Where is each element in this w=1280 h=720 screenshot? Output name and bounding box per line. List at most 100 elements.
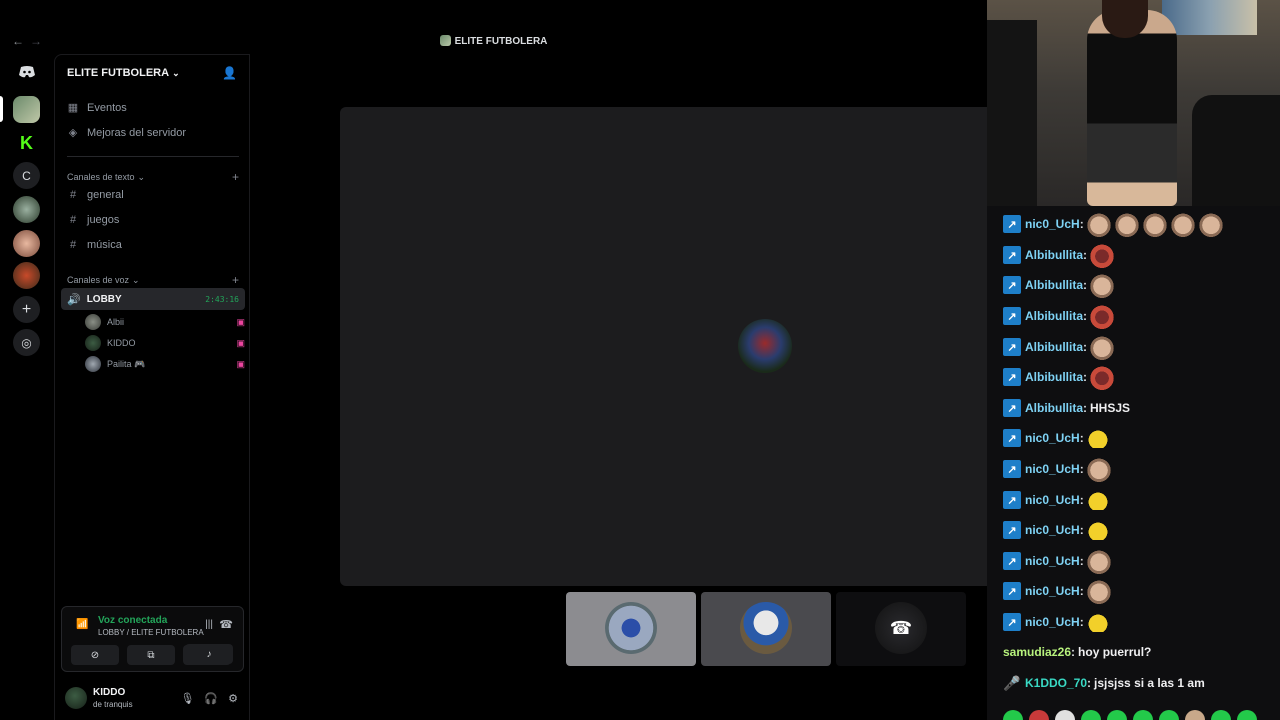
cat-emote-icon: [1085, 211, 1112, 237]
badge-icon: ↗: [1003, 552, 1021, 570]
chat-colon: :: [1083, 278, 1087, 292]
chat-username[interactable]: Albibullita: [1025, 340, 1083, 354]
disconnect-icon[interactable]: ☎: [219, 618, 233, 631]
signal-icon[interactable]: 📶: [76, 619, 88, 630]
add-server-icon[interactable]: +: [13, 296, 40, 323]
voice-stage: ☎: [250, 54, 987, 720]
chat-username[interactable]: Albibullita: [1025, 401, 1083, 415]
voice-user[interactable]: Pailita 🎮 ▣: [85, 355, 245, 373]
badge-icon: ↗: [1003, 582, 1021, 600]
cat-emote-icon: [1085, 548, 1112, 574]
chat-colon: :: [1079, 493, 1084, 507]
chat-username[interactable]: K1DDO_70: [1025, 676, 1087, 690]
chat-username[interactable]: nic0_UcH: [1025, 431, 1080, 445]
server-k-icon[interactable]: K: [13, 130, 40, 157]
participant-tile[interactable]: ☎: [836, 592, 966, 666]
chat-username[interactable]: nic0_UcH: [1025, 615, 1080, 629]
discord-icon[interactable]: [13, 58, 40, 85]
add-channel-icon[interactable]: +: [232, 273, 239, 287]
explore-icon[interactable]: ◎: [13, 329, 40, 356]
chat-message: ↗ nic0_UcH:: [1003, 426, 1110, 450]
username: KIDDO: [93, 687, 126, 698]
chat-username[interactable]: nic0_UcH: [1025, 523, 1080, 537]
microphone-icon[interactable]: 🎙: [180, 692, 194, 705]
cat-emote-icon: [1085, 456, 1112, 482]
avatar: [605, 602, 657, 654]
headphones-icon[interactable]: 🎧: [204, 692, 218, 705]
calendar-icon: ▦: [67, 102, 79, 114]
chat-username[interactable]: nic0_UcH: [1025, 554, 1080, 568]
server-elite-futbolera-icon[interactable]: [13, 96, 40, 123]
cat-emote-icon: [1169, 211, 1196, 237]
user-panel: KIDDO de tranquis 🎙 🎧 ⚙: [61, 680, 244, 716]
server-avatar-2-icon[interactable]: [13, 230, 40, 257]
chat-colon: :: [1079, 217, 1084, 231]
avatar: [85, 314, 101, 330]
pop-emote-icon: [1085, 520, 1110, 540]
screen-share-button[interactable]: ⧉: [127, 645, 175, 665]
chat-message: ↗ Albibullita:: [1003, 334, 1115, 360]
chat-username[interactable]: nic0_UcH: [1025, 462, 1080, 476]
chat-text: jsjsjss si a las 1 am: [1094, 676, 1205, 690]
server-name: ELITE FUTBOLERA: [67, 67, 170, 79]
chat-colon: :: [1079, 523, 1084, 537]
voice-user[interactable]: KIDDO ▣: [85, 334, 245, 352]
emote-row: [1003, 710, 1257, 720]
participant-tile[interactable]: [566, 592, 696, 666]
voice-channel-lobby[interactable]: 🔊 LOBBY 2:43:16: [61, 288, 245, 310]
chat-username[interactable]: nic0_UcH: [1025, 584, 1080, 598]
chat-message: ↗ Albibullita: HHSJS: [1003, 396, 1130, 420]
phone-icon: ☎: [889, 617, 913, 638]
channel-musica[interactable]: # música: [67, 239, 122, 251]
soundboard-button[interactable]: ♪: [185, 644, 233, 664]
channel-juegos[interactable]: # juegos: [67, 214, 119, 226]
chat-username[interactable]: Albibullita: [1025, 278, 1083, 292]
stream-chat-overlay: ↗ nic0_UcH: ↗ Albibullita: ↗ Albibullita: ↗ Alb…: [987, 206, 1280, 720]
server-avatar-1-icon[interactable]: [13, 196, 40, 223]
badge-icon: ↗: [1003, 460, 1021, 478]
streaming-icon: ▣: [236, 358, 245, 369]
participant-tile[interactable]: [701, 592, 831, 666]
hash-icon: #: [69, 214, 77, 226]
screen-share-icon: ⧉: [147, 649, 155, 661]
hash-icon: #: [69, 239, 77, 251]
camera-off-button[interactable]: ⊘: [71, 645, 119, 665]
events-item[interactable]: ▦ Eventos: [67, 101, 127, 115]
chat-colon: :: [1079, 554, 1084, 568]
background-shelf: [987, 20, 1037, 206]
chat-message: ↗ nic0_UcH:: [1003, 211, 1224, 237]
chat-username[interactable]: Albibullita: [1025, 370, 1083, 384]
voice-user[interactable]: Albii ▣: [85, 313, 245, 331]
channel-general[interactable]: # general: [67, 189, 124, 201]
settings-gear-icon[interactable]: ⚙: [228, 692, 238, 705]
text-channels-category[interactable]: Canales de texto ⌄ +: [67, 170, 239, 184]
cat-emote-icon: [1089, 272, 1115, 298]
server-header[interactable]: ELITE FUTBOLERA ⌄ 👤: [55, 57, 249, 89]
badge-icon: ↗: [1003, 399, 1021, 417]
chat-colon: :: [1079, 615, 1084, 629]
server-c-icon[interactable]: C: [13, 162, 40, 189]
bear-emote-icon: [1089, 303, 1115, 329]
server-boost-item[interactable]: ◈ Mejoras del servidor: [67, 126, 186, 140]
add-channel-icon[interactable]: +: [232, 170, 239, 184]
chat-username[interactable]: Albibullita: [1025, 248, 1083, 262]
badge-icon: ↗: [1003, 429, 1021, 447]
server-avatar-3-icon[interactable]: [13, 262, 40, 289]
speaker-icon: 🔊: [67, 293, 81, 306]
chat-username[interactable]: nic0_UcH: [1025, 493, 1080, 507]
noise-suppression-icon[interactable]: |||: [205, 619, 213, 630]
badge-icon: ↗: [1003, 338, 1021, 356]
chat-username[interactable]: nic0_UcH: [1025, 217, 1080, 231]
chat-message: ↗ nic0_UcH:: [1003, 488, 1110, 512]
avatar[interactable]: [65, 687, 87, 709]
badge-icon: ↗: [1003, 521, 1021, 539]
chat-username[interactable]: samudiaz26: [1003, 645, 1071, 659]
chat-colon: :: [1079, 584, 1084, 598]
voice-channels-category[interactable]: Canales de voz ⌄ +: [67, 273, 239, 287]
chat-message: ↗ Albibullita:: [1003, 303, 1115, 329]
voice-status[interactable]: Voz conectada: [98, 615, 167, 626]
focused-participant-tile[interactable]: [340, 107, 987, 586]
streamer: [1087, 10, 1177, 206]
invite-people-icon[interactable]: 👤: [222, 66, 237, 80]
chat-username[interactable]: Albibullita: [1025, 309, 1083, 323]
